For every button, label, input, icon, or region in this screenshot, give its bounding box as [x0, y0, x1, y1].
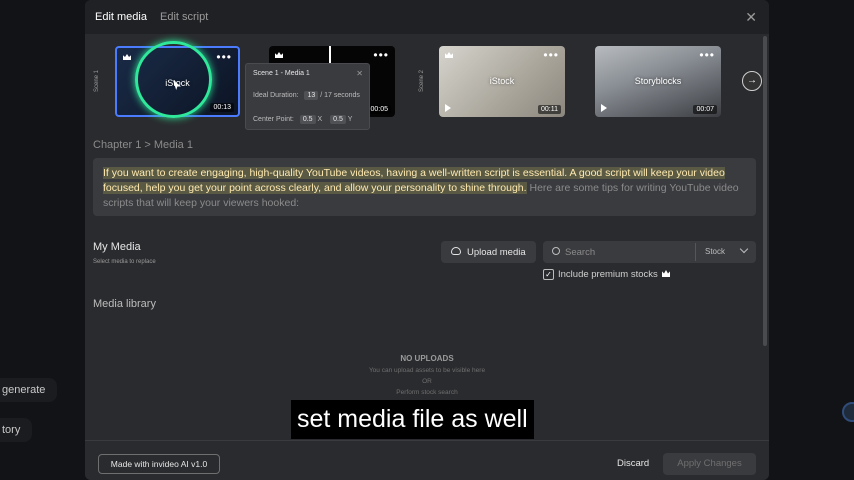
discard-button[interactable]: Discard [617, 458, 649, 469]
background-story-button[interactable]: tory [0, 418, 33, 442]
center-point-label: Center Point: [253, 116, 294, 123]
chevron-down-icon[interactable] [739, 244, 749, 254]
media-thumbnail-scene2-2[interactable]: ••• Storyblocks 00:07 [595, 46, 721, 117]
premium-crown-icon [662, 270, 670, 277]
tab-edit-media[interactable]: Edit media [95, 11, 147, 23]
scene-media-popover: Scene 1 - Media 1 ✕ Ideal Duration: 13 /… [245, 63, 370, 130]
scene-2-label: Scene 2 [419, 69, 425, 92]
more-options-icon[interactable]: ••• [543, 48, 559, 62]
modal-footer: Made with invideo AI v1.0 Discard Apply … [85, 440, 769, 480]
breadcrumb: Chapter 1 > Media 1 [93, 139, 193, 151]
more-options-icon[interactable]: ••• [216, 50, 232, 64]
more-options-icon[interactable]: ••• [373, 48, 389, 62]
scene-1-label: Scene 1 [94, 69, 100, 92]
search-divider [695, 243, 696, 261]
ideal-duration-row: Ideal Duration: 13 / 17 seconds [253, 91, 360, 100]
cloud-upload-icon [451, 247, 461, 255]
apply-changes-button[interactable]: Apply Changes [663, 453, 756, 475]
edit-media-modal: Edit media Edit script ✕ Scene 1 Scene 2… [85, 0, 769, 480]
click-highlight-ring [135, 41, 212, 118]
tab-edit-script[interactable]: Edit script [160, 11, 208, 23]
center-y-input[interactable]: 0.5 [330, 115, 346, 124]
video-caption: set media file as well [291, 400, 534, 439]
modal-header: Edit media Edit script ✕ [85, 0, 769, 34]
search-bar: Stock [543, 241, 756, 263]
no-uploads-or: OR [422, 378, 432, 385]
play-icon[interactable] [445, 104, 451, 112]
media-thumbnail-scene2-1[interactable]: ••• iStock 00:11 [439, 46, 565, 117]
center-x-label: X [317, 116, 323, 123]
made-with-badge[interactable]: Made with invideo AI v1.0 [98, 454, 220, 474]
no-uploads-hint: You can upload assets to be visible here [368, 367, 486, 374]
upload-media-label: Upload media [467, 247, 526, 258]
upload-media-button[interactable]: Upload media [441, 241, 536, 263]
play-icon[interactable] [601, 104, 607, 112]
media-library-title: Media library [93, 298, 156, 310]
script-text-box[interactable]: If you want to create engaging, high-qua… [93, 158, 756, 216]
background-generate-button[interactable]: generate [0, 378, 58, 402]
ideal-duration-total: / 17 seconds [320, 92, 360, 99]
next-arrow-icon[interactable]: → [742, 71, 762, 91]
center-point-row: Center Point: 0.5 X 0.5 Y [253, 115, 352, 124]
search-input[interactable] [565, 244, 685, 260]
ideal-duration-label: Ideal Duration: [253, 92, 299, 99]
center-x-input[interactable]: 0.5 [299, 115, 316, 124]
media-source-label: iStock [489, 76, 515, 86]
media-duration: 00:13 [210, 103, 234, 112]
close-icon[interactable]: ✕ [745, 9, 757, 26]
media-duration: 00:07 [693, 105, 717, 114]
my-media-subtitle: Select media to replace [93, 259, 156, 265]
my-media-title: My Media [93, 241, 141, 253]
source-select[interactable]: Stock [705, 247, 725, 256]
media-duration: 00:05 [367, 105, 391, 114]
more-options-icon[interactable]: ••• [699, 48, 715, 62]
ideal-duration-input[interactable]: 13 [304, 91, 319, 100]
premium-checkbox[interactable]: ✓ [543, 269, 554, 280]
premium-checkbox-label[interactable]: Include premium stocks [558, 269, 658, 280]
scrollbar[interactable] [763, 36, 767, 346]
search-icon [552, 247, 560, 255]
no-uploads-stock-search: Perform stock search [396, 389, 458, 396]
close-icon[interactable]: ✕ [356, 69, 363, 78]
no-uploads-title: NO UPLOADS [400, 354, 454, 363]
premium-crown-icon [445, 52, 453, 58]
premium-crown-icon [123, 54, 131, 60]
media-source-label: Storyblocks [634, 76, 682, 86]
media-duration: 00:11 [538, 105, 561, 114]
center-y-label: Y [347, 116, 353, 123]
popover-title: Scene 1 - Media 1 [253, 70, 310, 77]
premium-crown-icon [275, 52, 283, 58]
